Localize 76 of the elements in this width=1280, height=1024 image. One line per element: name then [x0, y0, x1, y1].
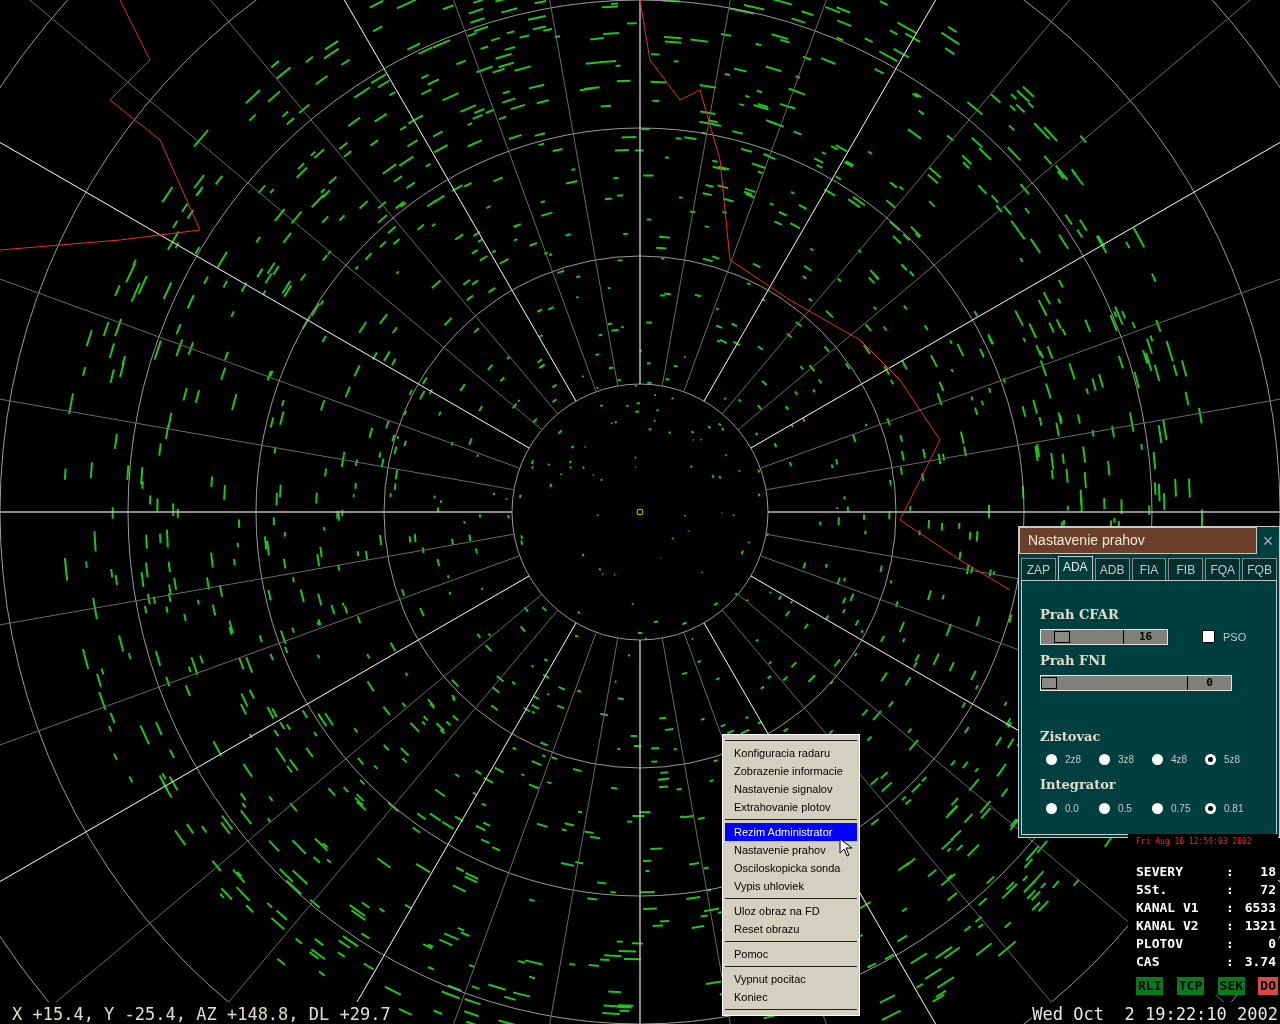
checkbox[interactable] — [1202, 630, 1215, 644]
radio-label: 2z8 — [1065, 753, 1082, 767]
status-separator: : — [1226, 863, 1235, 882]
radio-label: 0.81 — [1224, 801, 1244, 816]
radio-button[interactable] — [1046, 754, 1057, 765]
tab[interactable]: FQA — [1205, 558, 1241, 580]
slider-value: 0 — [1205, 675, 1214, 690]
status-indicator: RLI — [1136, 977, 1164, 995]
status-label: PLOTOV — [1136, 935, 1184, 954]
mouse-pointer-icon — [839, 838, 855, 858]
status-separator: : — [1226, 953, 1235, 972]
slider-thumb[interactable] — [1041, 676, 1057, 689]
menu-item[interactable]: Extrahovanie plotov — [725, 798, 857, 816]
menu-item[interactable]: Vypis uhloviek — [725, 877, 857, 895]
tab[interactable]: FIB — [1168, 558, 1204, 580]
timestamp: Fri Aug 16 12:59:03 2002 — [1136, 836, 1252, 848]
radio-button[interactable] — [1099, 754, 1110, 765]
clock: Wed Oct 2 19:22:10 2002 — [1032, 1002, 1278, 1024]
dialog-title: Nastavenie prahov — [1019, 527, 1257, 554]
status-indicator: DO — [1258, 977, 1278, 995]
status-label: CAS — [1136, 953, 1161, 972]
radio-label: 0.75 — [1171, 801, 1191, 816]
radio-label: 0.5 — [1118, 801, 1132, 816]
radio-button[interactable] — [1046, 802, 1057, 814]
menu-item[interactable]: Zobrazenie informacie — [725, 762, 857, 780]
menu-item[interactable]: Pomoc — [725, 945, 857, 963]
radio-label: 0.0 — [1065, 801, 1079, 816]
tab[interactable]: FIA — [1131, 558, 1167, 580]
menu-item[interactable]: Nastavenie signalov — [725, 780, 857, 798]
tab[interactable]: ZAP — [1021, 558, 1056, 580]
menu-item[interactable]: Vypnut pocitac — [725, 970, 857, 988]
status-separator: : — [1226, 935, 1235, 954]
radio-button[interactable] — [1099, 802, 1110, 814]
menu-item[interactable]: Nastavenie prahov — [725, 841, 857, 859]
status-value: 6533 — [1243, 899, 1276, 918]
group-label: Zistovac — [1040, 727, 1102, 746]
status-indicator: SEK — [1217, 977, 1246, 995]
radio-label: 4z8 — [1171, 753, 1188, 767]
status-indicator: TCP — [1176, 977, 1205, 995]
radio-button[interactable] — [1152, 754, 1163, 765]
menu-item[interactable]: Konfiguracia radaru — [725, 744, 857, 762]
status-label: 5St. — [1136, 881, 1169, 900]
menu-item[interactable]: Reset obrazu — [725, 920, 857, 938]
status-value: 18 — [1259, 863, 1276, 882]
radio-button[interactable] — [1152, 802, 1163, 814]
radio-label: 3z8 — [1118, 753, 1135, 767]
menu-item[interactable]: Osciloskopicka sonda — [725, 859, 857, 877]
status-separator: : — [1226, 899, 1235, 918]
checkbox-label: PSO — [1223, 629, 1247, 645]
cursor-coordinates: X +15.4, Y -25.4, AZ +148.8, DL +29.7 — [12, 1002, 391, 1024]
status-value: 3.74 — [1243, 953, 1276, 972]
slider-label: Prah FNI — [1040, 652, 1108, 670]
radio-button[interactable] — [1205, 802, 1216, 814]
slider-value: 16 — [1137, 629, 1154, 644]
tab[interactable]: FQB — [1242, 558, 1277, 580]
slider-thumb[interactable] — [1054, 630, 1071, 643]
tab[interactable]: ADA — [1057, 556, 1093, 580]
close-button[interactable]: × — [1257, 527, 1279, 554]
status-value: 0 — [1267, 935, 1276, 954]
status-label: KANAL V2 — [1136, 917, 1200, 936]
radio-button[interactable] — [1205, 754, 1216, 765]
slider[interactable]: 0 — [1040, 674, 1232, 691]
status-label: KANAL V1 — [1136, 899, 1200, 918]
status-label: SEVERY — [1136, 863, 1184, 882]
slider[interactable]: 16 — [1040, 628, 1168, 645]
slider-label: Prah CFAR — [1040, 606, 1120, 624]
group-label: Integrator — [1040, 776, 1117, 794]
status-value: 72 — [1259, 881, 1276, 900]
radio-label: 5z8 — [1224, 753, 1241, 767]
tab[interactable]: ADB — [1094, 558, 1130, 580]
status-separator: : — [1226, 881, 1235, 900]
menu-item[interactable]: Uloz obraz na FD — [725, 902, 857, 920]
status-value: 1321 — [1243, 917, 1276, 936]
menu-item[interactable]: Rezim Administrator — [725, 823, 857, 841]
menu-item[interactable]: Koniec — [725, 988, 857, 1006]
status-separator: : — [1226, 917, 1235, 936]
